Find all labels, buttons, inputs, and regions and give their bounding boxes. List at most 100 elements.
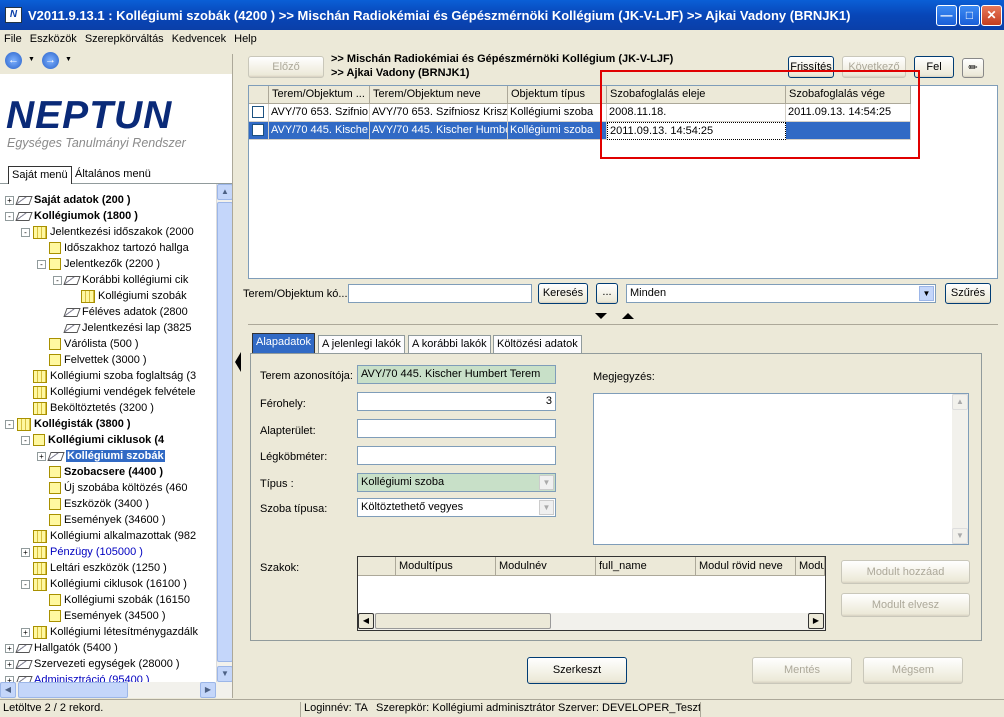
column-header-type[interactable]: Objektum típus — [508, 86, 607, 104]
column-header-modulnev[interactable]: Modulnév — [496, 557, 596, 576]
back-dropdown-icon[interactable]: ▼ — [28, 56, 35, 63]
tree-item[interactable]: - Kollégiumok (1800 ) — [5, 208, 138, 224]
hscroll-thumb[interactable] — [18, 682, 128, 698]
scroll-down-icon[interactable]: ▼ — [952, 528, 968, 544]
menu-help[interactable]: Help — [230, 30, 261, 45]
expand-icon[interactable]: + — [21, 627, 30, 637]
edit-button[interactable]: Szerkeszt — [527, 657, 627, 684]
chevron-down-icon[interactable]: ▼ — [919, 286, 934, 301]
tab-koltozesi-adatok[interactable]: Költözési adatok — [493, 335, 582, 353]
tree-item[interactable]: + Saját adatok (200 ) — [5, 192, 131, 208]
prev-button[interactable]: Előző — [248, 56, 324, 78]
tab-korabbi-lakok[interactable]: A korábbi lakók — [408, 335, 491, 353]
column-header-fullname[interactable]: full_name — [596, 557, 696, 576]
menu-file[interactable]: File — [0, 30, 26, 45]
tree-item[interactable]: - Kollégiumi ciklusok (16100 ) — [21, 576, 187, 592]
tree-item[interactable]: - Jelentkezők (2200 ) — [37, 256, 160, 272]
tree-item[interactable]: + Pénzügy (105000 ) — [21, 544, 143, 560]
split-up-icon[interactable] — [622, 313, 634, 319]
collapse-icon[interactable]: - — [21, 579, 30, 589]
tree-item[interactable]: Féléves adatok (2800 — [63, 304, 188, 320]
expand-icon[interactable]: + — [37, 451, 46, 461]
menu-szerepkorvaltas[interactable]: Szerepkörváltás — [81, 30, 168, 45]
filter-button[interactable]: Szűrés — [945, 283, 991, 304]
scroll-right-icon[interactable]: ▶ — [200, 682, 216, 698]
forward-icon[interactable]: → — [42, 52, 59, 69]
tree-item[interactable]: Jelentkezési lap (3825 — [63, 320, 191, 336]
scroll-right-icon[interactable]: ▶ — [808, 613, 824, 629]
maximize-button[interactable]: □ — [959, 5, 980, 26]
expand-icon[interactable]: + — [21, 547, 30, 557]
column-header-modultipus[interactable]: Modultípus — [396, 557, 496, 576]
tab-sajat-menu[interactable]: Saját menü — [8, 166, 72, 184]
expand-icon[interactable]: + — [5, 195, 14, 205]
tree-item[interactable]: + Kollégiumi szobák — [37, 448, 165, 464]
notes-scrollbar[interactable]: ▲ ▼ — [952, 394, 968, 544]
menu-kedvencek[interactable]: Kedvencek — [168, 30, 230, 45]
tree-item[interactable]: Várólista (500 ) — [49, 336, 139, 352]
add-module-button[interactable]: Modult hozzáad — [841, 560, 970, 584]
collapse-icon[interactable]: - — [21, 227, 30, 237]
scroll-up-icon[interactable]: ▲ — [952, 394, 968, 410]
scroll-thumb[interactable] — [217, 202, 233, 662]
collapse-icon[interactable]: - — [37, 259, 46, 269]
scroll-left-icon[interactable]: ◀ — [0, 682, 16, 698]
tree-item[interactable]: - Korábbi kollégiumi cik — [53, 272, 188, 288]
tree-item[interactable]: Kollégiumi vendégek felvétele — [33, 384, 196, 400]
collapse-left-icon[interactable] — [235, 352, 241, 372]
filter-select[interactable]: Minden ▼ — [626, 284, 936, 303]
modules-hscrollbar[interactable]: ◀ ▶ — [358, 613, 825, 630]
row-checkbox[interactable] — [252, 106, 264, 118]
tree-item[interactable]: Új szobába költözés (460 — [49, 480, 188, 496]
tree-item[interactable]: Szobacsere (4400 ) — [49, 464, 163, 480]
column-header-rovid-nev[interactable]: Modul rövid neve — [696, 557, 796, 576]
minimize-button[interactable]: — — [936, 5, 957, 26]
eraser-icon[interactable]: ✏ — [962, 58, 984, 78]
tree-item[interactable]: Események (34600 ) — [49, 512, 166, 528]
collapse-icon[interactable]: - — [5, 211, 14, 221]
browse-button[interactable]: ... — [596, 283, 618, 304]
scroll-up-icon[interactable]: ▲ — [217, 184, 233, 200]
tree-item[interactable]: - Jelentkezési időszakok (2000 — [21, 224, 194, 240]
collapse-icon[interactable]: - — [5, 419, 14, 429]
back-icon[interactable]: ← — [5, 52, 22, 69]
scroll-left-icon[interactable]: ◀ — [358, 613, 374, 629]
close-button[interactable]: ✕ — [981, 5, 1002, 26]
chevron-down-icon[interactable]: ▼ — [539, 475, 554, 490]
panel-splitter[interactable] — [232, 54, 242, 698]
legkobmeter-field[interactable] — [357, 446, 556, 465]
save-button[interactable]: Mentés — [752, 657, 852, 684]
alapterulet-field[interactable] — [357, 419, 556, 438]
up-button[interactable]: Fel — [914, 56, 954, 78]
tree-item[interactable]: Beköltöztetés (3200 ) — [33, 400, 154, 416]
ferohely-field[interactable]: 3 — [357, 392, 556, 411]
tipus-select[interactable]: Kollégiumi szoba ▼ — [357, 473, 556, 492]
tree-item[interactable]: Kollégiumi szobák — [81, 288, 187, 304]
tree-item[interactable]: Kollégiumi alkalmazottak (982 — [33, 528, 196, 544]
tab-altalanos-menu[interactable]: Általános menü — [72, 166, 154, 184]
tree-item[interactable]: + Kollégiumi létesítménygazdálk — [21, 624, 198, 640]
tree-scrollbar[interactable]: ▲ ▼ — [216, 184, 233, 682]
tree-item[interactable]: Leltári eszközök (1250 ) — [33, 560, 167, 576]
tree-item[interactable]: Felvettek (3000 ) — [49, 352, 147, 368]
search-input[interactable] — [348, 284, 532, 303]
column-header-code[interactable]: Terem/Objektum ... — [269, 86, 370, 104]
forward-dropdown-icon[interactable]: ▼ — [65, 56, 72, 63]
tab-jelenlegi-lakok[interactable]: A jelenlegi lakók — [318, 335, 405, 353]
search-button[interactable]: Keresés — [538, 283, 588, 304]
hscroll-thumb[interactable] — [375, 613, 551, 629]
collapse-icon[interactable]: - — [21, 435, 30, 445]
tree-horizontal-scrollbar[interactable]: ◀ ▶ — [0, 682, 232, 698]
szobatipus-select[interactable]: Költöztethető vegyes ▼ — [357, 498, 556, 517]
tree-item[interactable]: Eszközök (3400 ) — [49, 496, 149, 512]
tree-item[interactable]: - Kollégisták (3800 ) — [5, 416, 131, 432]
tab-alapadatok[interactable]: Alapadatok — [252, 333, 316, 354]
tree-item[interactable]: - Kollégiumi ciklusok (4 — [21, 432, 164, 448]
cancel-button[interactable]: Mégsem — [863, 657, 963, 684]
split-down-icon[interactable] — [595, 313, 607, 319]
tree-item[interactable]: + Adminisztráció (95400 ) — [5, 672, 150, 682]
scroll-down-icon[interactable]: ▼ — [217, 666, 233, 682]
expand-icon[interactable]: + — [5, 643, 14, 653]
tree-item[interactable]: Kollégiumi szobák (16150 — [49, 592, 190, 608]
menu-eszkozok[interactable]: Eszközök — [26, 30, 81, 45]
